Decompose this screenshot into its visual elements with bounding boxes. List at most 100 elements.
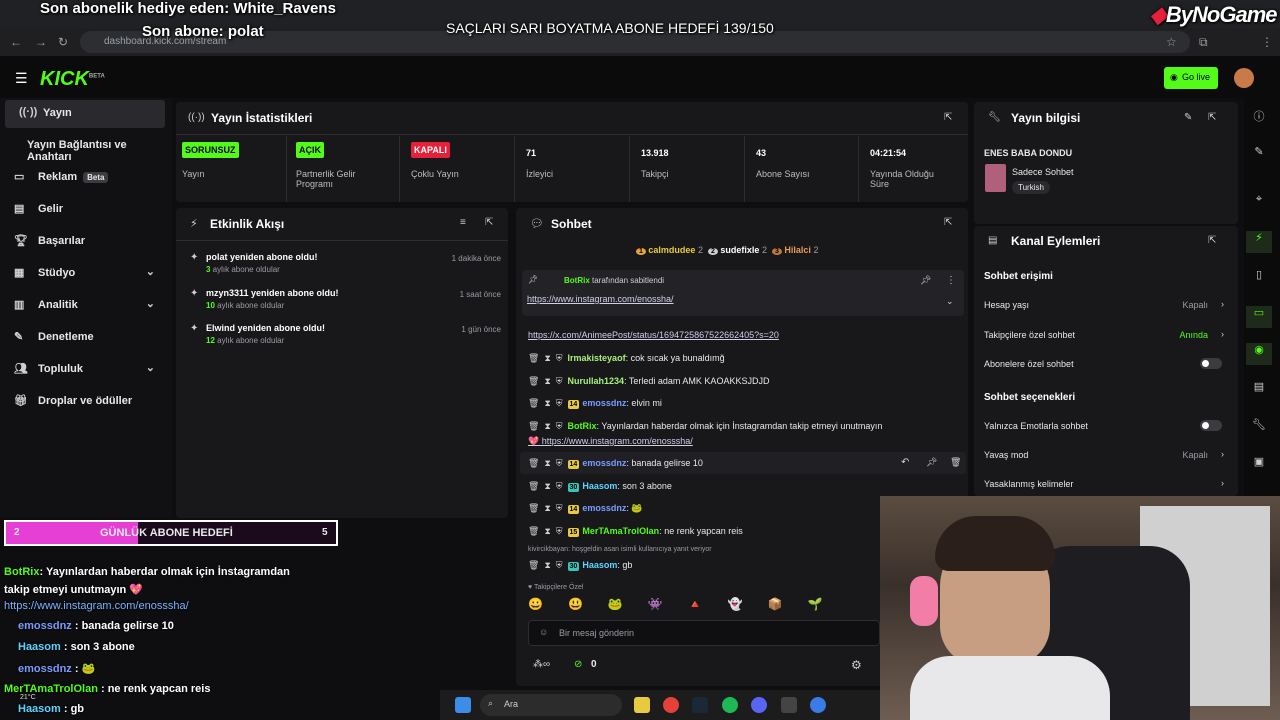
expand-icon[interactable]: ⇱ <box>1208 235 1216 246</box>
ban-icon[interactable]: ⛨ <box>556 481 563 491</box>
filter-icon[interactable]: ≡ <box>460 217 466 228</box>
sidebar-item-denetleme[interactable]: ✎ Denetleme <box>0 324 165 352</box>
sidebar-item-basarilar[interactable]: 🏆︎ Başarılar <box>0 228 165 256</box>
emote-icon[interactable]: ☺ <box>539 627 548 637</box>
browser-menu-icon[interactable]: ⋮ <box>1261 35 1273 49</box>
subs-only-toggle[interactable] <box>1200 358 1222 369</box>
chat-username[interactable]: emossdnz <box>582 503 626 513</box>
sidebar-item-reklam[interactable]: ▭ Reklam Beta <box>0 164 165 192</box>
chat-icon[interactable]: ▭ <box>1246 306 1272 328</box>
delete-icon[interactable]: 🗑︎ <box>528 560 539 570</box>
setting-banned-words[interactable]: Yasaklanmış kelimeler › <box>984 478 1226 489</box>
extensions-icon[interactable]: ⧉ <box>1199 35 1208 50</box>
avatar[interactable] <box>1234 68 1254 88</box>
setting-account-age[interactable]: Hesap yaşı Kapalı › <box>984 299 1226 310</box>
delete-icon[interactable]: 🗑︎ <box>528 526 539 536</box>
kick-logo[interactable]: KICKBETA <box>40 68 105 91</box>
ban-icon[interactable]: ⛨ <box>556 398 563 408</box>
chat-username[interactable]: Haasom <box>582 560 617 570</box>
timeout-icon[interactable]: ⧗ <box>544 421 550 431</box>
chat-input[interactable]: ☺ Bir mesaj gönderin <box>528 620 880 646</box>
timeout-icon[interactable]: ⧗ <box>544 353 550 363</box>
lightning-icon[interactable]: ⚡︎ <box>1246 231 1272 253</box>
pin-message-icon[interactable]: 📌︎ <box>926 457 937 468</box>
bookmark-star-icon[interactable]: ☆ <box>1166 35 1177 49</box>
emote-menu-icon[interactable]: ⁂∞ <box>533 659 550 670</box>
pencil-icon[interactable]: ✎ <box>1246 145 1272 167</box>
chat-link[interactable]: https://x.com/AnimeePost/status/16947258… <box>528 330 779 340</box>
delete-icon[interactable]: 🗑︎ <box>528 376 539 386</box>
wrench-icon[interactable]: 🔧︎ <box>1246 418 1272 440</box>
delete-icon[interactable]: 🗑︎ <box>528 353 539 363</box>
document-icon[interactable]: ▯ <box>1246 268 1272 290</box>
chat-username[interactable]: Haasom <box>582 481 617 491</box>
expand-icon[interactable]: ⇱ <box>1208 112 1216 123</box>
more-icon[interactable]: ⋮ <box>946 275 956 286</box>
ban-icon[interactable]: ⛨ <box>556 353 563 363</box>
reload-icon[interactable]: ↻ <box>58 35 68 49</box>
sidebar-item-gelir[interactable]: ▤ Gelir <box>0 196 165 224</box>
pinned-link[interactable]: https://www.instagram.com/enossha/ <box>527 294 674 304</box>
spotify-icon[interactable] <box>722 697 738 713</box>
discord-icon[interactable] <box>751 697 767 713</box>
sidebar-item-yayin[interactable]: ((·)) Yayın <box>5 100 165 128</box>
setting-followers-only[interactable]: Takipçilere özel sohbet Anında › <box>984 329 1226 340</box>
crosshair-icon[interactable]: ⌖ <box>1246 193 1272 215</box>
chat-username[interactable]: Irmakisteyaof <box>568 353 626 363</box>
sidebar-item-analitik[interactable]: ▥ Analitik ⌄ <box>0 292 165 320</box>
card-icon[interactable]: ▤ <box>1246 380 1272 402</box>
timeout-icon[interactable]: ⧗ <box>544 526 550 536</box>
setting-slow-mode[interactable]: Yavaş mod Kapalı › <box>984 449 1226 460</box>
ban-icon[interactable]: ⛨ <box>556 560 563 570</box>
timeout-icon[interactable]: ⧗ <box>544 560 550 570</box>
ban-icon[interactable]: ⛨ <box>556 376 563 386</box>
info-icon[interactable]: ⓘ <box>1246 108 1272 130</box>
file-explorer-icon[interactable] <box>634 697 650 713</box>
ban-icon[interactable]: ⛨ <box>556 421 563 431</box>
ban-icon[interactable]: ⛨ <box>556 503 563 513</box>
back-icon[interactable]: ← <box>10 35 22 49</box>
sidebar-item-stream-key[interactable]: Yayın Bağlantısı ve Anahtarı <box>0 132 165 163</box>
windows-start-icon[interactable] <box>455 697 471 713</box>
unpin-icon[interactable]: 📌︎ <box>920 275 931 286</box>
chat-username[interactable]: Nurullah1234 <box>568 376 625 386</box>
delete-icon[interactable]: 🗑︎ <box>528 398 539 408</box>
forward-icon[interactable]: → <box>35 35 47 49</box>
timeout-icon[interactable]: ⧗ <box>544 398 550 408</box>
delete-icon[interactable]: 🗑︎ <box>528 481 539 491</box>
steam-icon[interactable] <box>692 697 708 713</box>
ban-icon[interactable]: ⛨ <box>556 526 563 536</box>
timeout-icon[interactable]: ⧗ <box>544 481 550 491</box>
expand-icon[interactable]: ⇱ <box>944 112 952 123</box>
broadcast-icon[interactable]: ◉ <box>1246 343 1272 365</box>
browser-icon[interactable] <box>810 697 826 713</box>
emote-picker-row[interactable]: 😀😃🐸👾🔺👻📦🌱 <box>528 597 874 613</box>
hamburger-menu-icon[interactable]: ☰ <box>15 70 28 87</box>
timeout-icon[interactable]: ⧗ <box>544 376 550 386</box>
expand-icon[interactable]: ⇱ <box>485 217 493 228</box>
reply-icon[interactable]: ↶ <box>901 457 909 468</box>
sidebar-item-droplar[interactable]: 🎁︎ Droplar ve ödüller <box>0 388 165 416</box>
sidebar-item-studyo[interactable]: ▦ Stüdyo ⌄ <box>0 260 165 288</box>
delete-icon[interactable]: 🗑︎ <box>528 503 539 513</box>
edit-pencil-icon[interactable]: ✎ <box>1184 112 1192 123</box>
chrome-icon[interactable] <box>663 697 679 713</box>
chat-username[interactable]: MerTAmaTrolOlan <box>582 526 659 536</box>
chat-username[interactable]: BotRix <box>568 421 597 431</box>
delete-message-icon[interactable]: 🗑︎ <box>950 457 961 468</box>
taskbar-search[interactable]: ⌕ Ara <box>480 694 622 716</box>
chat-username[interactable]: emossdnz <box>582 398 626 408</box>
chevron-down-icon[interactable]: ⌄ <box>946 296 954 307</box>
sidebar-item-topluluk[interactable]: 👥︎ Topluluk ⌄ <box>0 356 165 384</box>
ban-icon[interactable]: ⛨ <box>556 458 563 468</box>
chat-username[interactable]: emossdnz <box>582 458 626 468</box>
timeout-icon[interactable]: ⧗ <box>544 503 550 513</box>
expand-icon[interactable]: ⇱ <box>944 217 952 228</box>
window-icon[interactable]: ▣ <box>1246 455 1272 477</box>
chat-link[interactable]: 💖 https://www.instagram.com/enosssha/ <box>528 436 693 446</box>
delete-icon[interactable]: 🗑︎ <box>528 458 539 468</box>
chat-settings-gear-icon[interactable]: ⚙ <box>851 658 862 672</box>
delete-icon[interactable]: 🗑︎ <box>528 421 539 431</box>
emote-only-toggle[interactable] <box>1200 420 1222 431</box>
obs-icon[interactable] <box>781 697 797 713</box>
